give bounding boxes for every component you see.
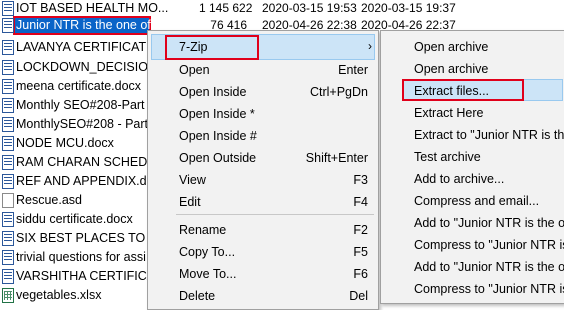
submenu-item-add-to-7z[interactable]: Add to "Junior NTR is the one xyxy=(381,212,564,234)
menu-item-label: 7-Zip xyxy=(179,40,208,54)
menu-item-open-inside-star[interactable]: Open Inside * xyxy=(148,103,378,125)
menu-item-open-inside-hash[interactable]: Open Inside # xyxy=(148,125,378,147)
menu-item-label: Open Inside # xyxy=(179,129,257,143)
submenu-item-compress-email[interactable]: Compress and email... xyxy=(381,190,564,212)
word-doc-icon xyxy=(2,1,14,16)
7zip-submenu: Open archive Open archive Extract files.… xyxy=(380,30,564,304)
menu-item-label: Open archive xyxy=(414,40,489,54)
menu-item-open-inside[interactable]: Open Inside Ctrl+PgDn xyxy=(148,81,378,103)
file-name: Monthly SEO#208-Part ... xyxy=(16,98,159,112)
menu-item-shortcut: F5 xyxy=(353,245,368,259)
menu-item-move-to[interactable]: Move To... F6 xyxy=(148,263,378,285)
submenu-arrow-icon: › xyxy=(368,39,372,53)
menu-item-shortcut: Enter xyxy=(338,63,368,77)
file-name: NODE MCU.docx xyxy=(16,136,114,150)
menu-item-rename[interactable]: Rename F2 xyxy=(148,219,378,241)
menu-item-label: Open Inside xyxy=(179,85,247,99)
word-doc-icon xyxy=(2,269,14,284)
submenu-item-compress-to-zip-email[interactable]: Compress to "Junior NTR is the xyxy=(381,278,564,300)
submenu-item-add-to-zip[interactable]: Add to "Junior NTR is the one xyxy=(381,256,564,278)
menu-item-label: Open archive xyxy=(414,62,489,76)
menu-item-shortcut: F2 xyxy=(353,223,368,237)
menu-item-label: Edit xyxy=(179,195,201,209)
submenu-item-extract-files[interactable]: Extract files... xyxy=(381,80,564,102)
word-doc-icon xyxy=(2,117,14,132)
menu-item-label: Compress and email... xyxy=(414,194,540,208)
menu-item-shortcut: Shift+Enter xyxy=(305,151,368,165)
menu-item-shortcut: F6 xyxy=(353,267,368,281)
blank-file-icon xyxy=(2,193,14,208)
submenu-item-open-archive-2[interactable]: Open archive xyxy=(381,58,564,80)
file-created-date: 2020-03-15 19:37 xyxy=(361,1,456,15)
word-doc-icon xyxy=(2,60,14,75)
menu-item-edit[interactable]: Edit F4 xyxy=(148,191,378,213)
menu-item-label: Compress to "Junior NTR is the xyxy=(414,282,564,296)
menu-item-label: View xyxy=(179,173,206,187)
menu-item-label: Extract files... xyxy=(414,84,490,98)
file-name: LOCKDOWN_DECISION... xyxy=(16,60,168,74)
menu-item-label: Rename xyxy=(179,223,227,237)
file-name: RAM CHARAN SCHEDU... xyxy=(16,155,167,169)
file-name: REF AND APPENDIX.docx xyxy=(16,174,167,188)
file-name: meena certificate.docx xyxy=(16,79,142,93)
menu-item-label: Open xyxy=(179,63,210,77)
file-name: vegetables.xlsx xyxy=(16,288,102,302)
menu-item-shortcut: Del xyxy=(349,289,368,303)
submenu-item-compress-to-7z-email[interactable]: Compress to "Junior NTR is the xyxy=(381,234,564,256)
file-name: MonthlySEO#208 - Part ... xyxy=(16,117,162,131)
menu-item-label: Compress to "Junior NTR is the xyxy=(414,238,564,252)
submenu-item-extract-here[interactable]: Extract Here xyxy=(381,102,564,124)
word-doc-icon xyxy=(2,79,14,94)
menu-item-label: Test archive xyxy=(414,150,481,164)
submenu-item-extract-to[interactable]: Extract to "Junior NTR is the o xyxy=(381,124,564,146)
menu-item-label: Extract to "Junior NTR is the o xyxy=(414,128,564,142)
file-modified-date: 2020-03-15 19:53 xyxy=(262,1,357,15)
word-doc-icon xyxy=(2,136,14,151)
file-size: 1 145 622 xyxy=(199,1,253,15)
menu-item-label: Add to archive... xyxy=(414,172,505,186)
word-doc-icon xyxy=(2,40,14,55)
menu-item-copy-to[interactable]: Copy To... F5 xyxy=(148,241,378,263)
menu-item-7zip[interactable]: 7-Zip › xyxy=(148,36,378,58)
file-name: siddu certificate.docx xyxy=(16,212,133,226)
context-menu: 7-Zip › Open Enter Open Inside Ctrl+PgDn… xyxy=(147,30,379,310)
menu-item-shortcut: F4 xyxy=(353,195,368,209)
word-doc-icon xyxy=(2,174,14,189)
menu-item-view[interactable]: View F3 xyxy=(148,169,378,191)
menu-item-open[interactable]: Open Enter xyxy=(148,59,378,81)
word-doc-icon xyxy=(2,212,14,227)
menu-item-label: Extract Here xyxy=(414,106,484,120)
word-doc-icon xyxy=(2,250,14,265)
excel-icon xyxy=(2,288,14,303)
submenu-item-test-archive[interactable]: Test archive xyxy=(381,146,564,168)
word-doc-icon xyxy=(2,155,14,170)
file-name: trivial questions for assi... xyxy=(16,250,157,264)
menu-item-label: Open Inside * xyxy=(179,107,255,121)
menu-item-label: Open Outside xyxy=(179,151,257,165)
menu-item-label: Move To... xyxy=(179,267,237,281)
word-doc-icon xyxy=(2,231,14,246)
file-name: Junior NTR is the one of... xyxy=(16,18,162,32)
menu-separator xyxy=(176,214,374,215)
submenu-item-open-archive[interactable]: Open archive xyxy=(381,36,564,58)
word-doc-icon xyxy=(2,18,14,33)
menu-item-shortcut: F3 xyxy=(353,173,368,187)
file-name: IOT BASED HEALTH MO... xyxy=(16,1,169,15)
menu-item-open-outside[interactable]: Open Outside Shift+Enter xyxy=(148,147,378,169)
submenu-item-add-to-archive[interactable]: Add to archive... xyxy=(381,168,564,190)
file-name: Rescue.asd xyxy=(16,193,83,207)
menu-item-label: Copy To... xyxy=(179,245,236,259)
menu-item-shortcut: Ctrl+PgDn xyxy=(309,85,368,99)
word-doc-icon xyxy=(2,98,14,113)
menu-item-label: Add to "Junior NTR is the one xyxy=(414,216,564,230)
menu-item-label: Add to "Junior NTR is the one xyxy=(414,260,564,274)
menu-item-label: Delete xyxy=(179,289,216,303)
